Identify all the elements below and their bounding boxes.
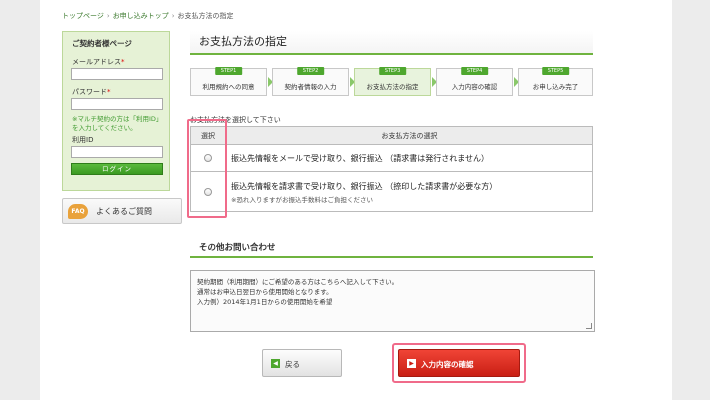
password-label: パスワード* bbox=[72, 88, 111, 96]
section-title-inquiry: その他お問い合わせ bbox=[190, 240, 593, 258]
table-row: 振込先情報をメールで受け取り、銀行振込 （請求書は発行されません） bbox=[191, 145, 592, 172]
login-button[interactable]: ログイン bbox=[71, 163, 163, 175]
resize-handle-icon[interactable] bbox=[586, 323, 592, 329]
email-label: メールアドレス* bbox=[72, 58, 125, 66]
faq-label: よくあるご質問 bbox=[96, 207, 152, 216]
breadcrumb: トップページ › お申し込みトップ › お支払方法の指定 bbox=[62, 12, 234, 20]
multi-contract-note: ※マルチ契約の方は「利用ID」を入力してください。 bbox=[72, 115, 163, 132]
password-field[interactable] bbox=[71, 98, 163, 110]
breadcrumb-current: お支払方法の指定 bbox=[177, 12, 234, 20]
arrow-left-icon: ◀ bbox=[271, 359, 280, 368]
breadcrumb-top[interactable]: トップページ bbox=[62, 12, 104, 20]
userid-field[interactable] bbox=[71, 146, 163, 158]
step-5: STEP5 お申し込み完了 bbox=[518, 67, 593, 96]
login-panel: ご契約者様ページ メールアドレス* パスワード* ※マルチ契約の方は「利用ID」… bbox=[62, 31, 170, 191]
confirm-button[interactable]: ▶ 入力内容の確認 bbox=[398, 349, 520, 377]
inquiry-textarea[interactable]: 契約期間（利用期間）にご希望のある方はこちらへ記入して下さい。 通常はお申込日翌… bbox=[190, 270, 595, 332]
step-1: STEP1 利用規約への同意 bbox=[190, 67, 267, 96]
step-2: STEP2 契約者情報の入力 bbox=[272, 67, 349, 96]
step-3-current: STEP3 お支払方法の指定 bbox=[354, 67, 431, 96]
highlight-select-column bbox=[187, 119, 227, 218]
page-title: お支払方法の指定 bbox=[190, 31, 593, 55]
back-button[interactable]: ◀ 戻る bbox=[262, 349, 342, 377]
arrow-right-icon: ▶ bbox=[407, 359, 416, 368]
breadcrumb-apply[interactable]: お申し込みトップ bbox=[113, 12, 169, 20]
payment-option-label: 振込先情報を請求書で受け取り、銀行振込 （捺印した請求書が必要な方） bbox=[231, 182, 498, 191]
userid-label: 利用ID bbox=[72, 136, 94, 144]
faq-button[interactable]: FAQ よくあるご質問 bbox=[62, 198, 182, 224]
email-field[interactable] bbox=[71, 68, 163, 80]
faq-icon: FAQ bbox=[68, 204, 88, 219]
payment-option-note: ※恐れ入りますがお振込手数料はご負担ください bbox=[231, 196, 373, 204]
column-header-option: お支払方法の選択 bbox=[381, 132, 438, 140]
step-indicator: STEP1 利用規約への同意 STEP2 契約者情報の入力 STEP3 お支払方… bbox=[190, 67, 593, 98]
payment-option-label: 振込先情報をメールで受け取り、銀行振込 （請求書は発行されません） bbox=[231, 154, 489, 163]
payment-table: 選択 お支払方法の選択 振込先情報をメールで受け取り、銀行振込 （請求書は発行さ… bbox=[190, 126, 593, 212]
table-row: 振込先情報を請求書で受け取り、銀行振込 （捺印した請求書が必要な方） ※恐れ入り… bbox=[191, 172, 592, 212]
login-title: ご契約者様ページ bbox=[72, 39, 132, 48]
table-header: 選択 お支払方法の選択 bbox=[191, 127, 592, 145]
highlight-confirm-button: ▶ 入力内容の確認 bbox=[392, 343, 526, 383]
step-4: STEP4 入力内容の確認 bbox=[436, 67, 513, 96]
